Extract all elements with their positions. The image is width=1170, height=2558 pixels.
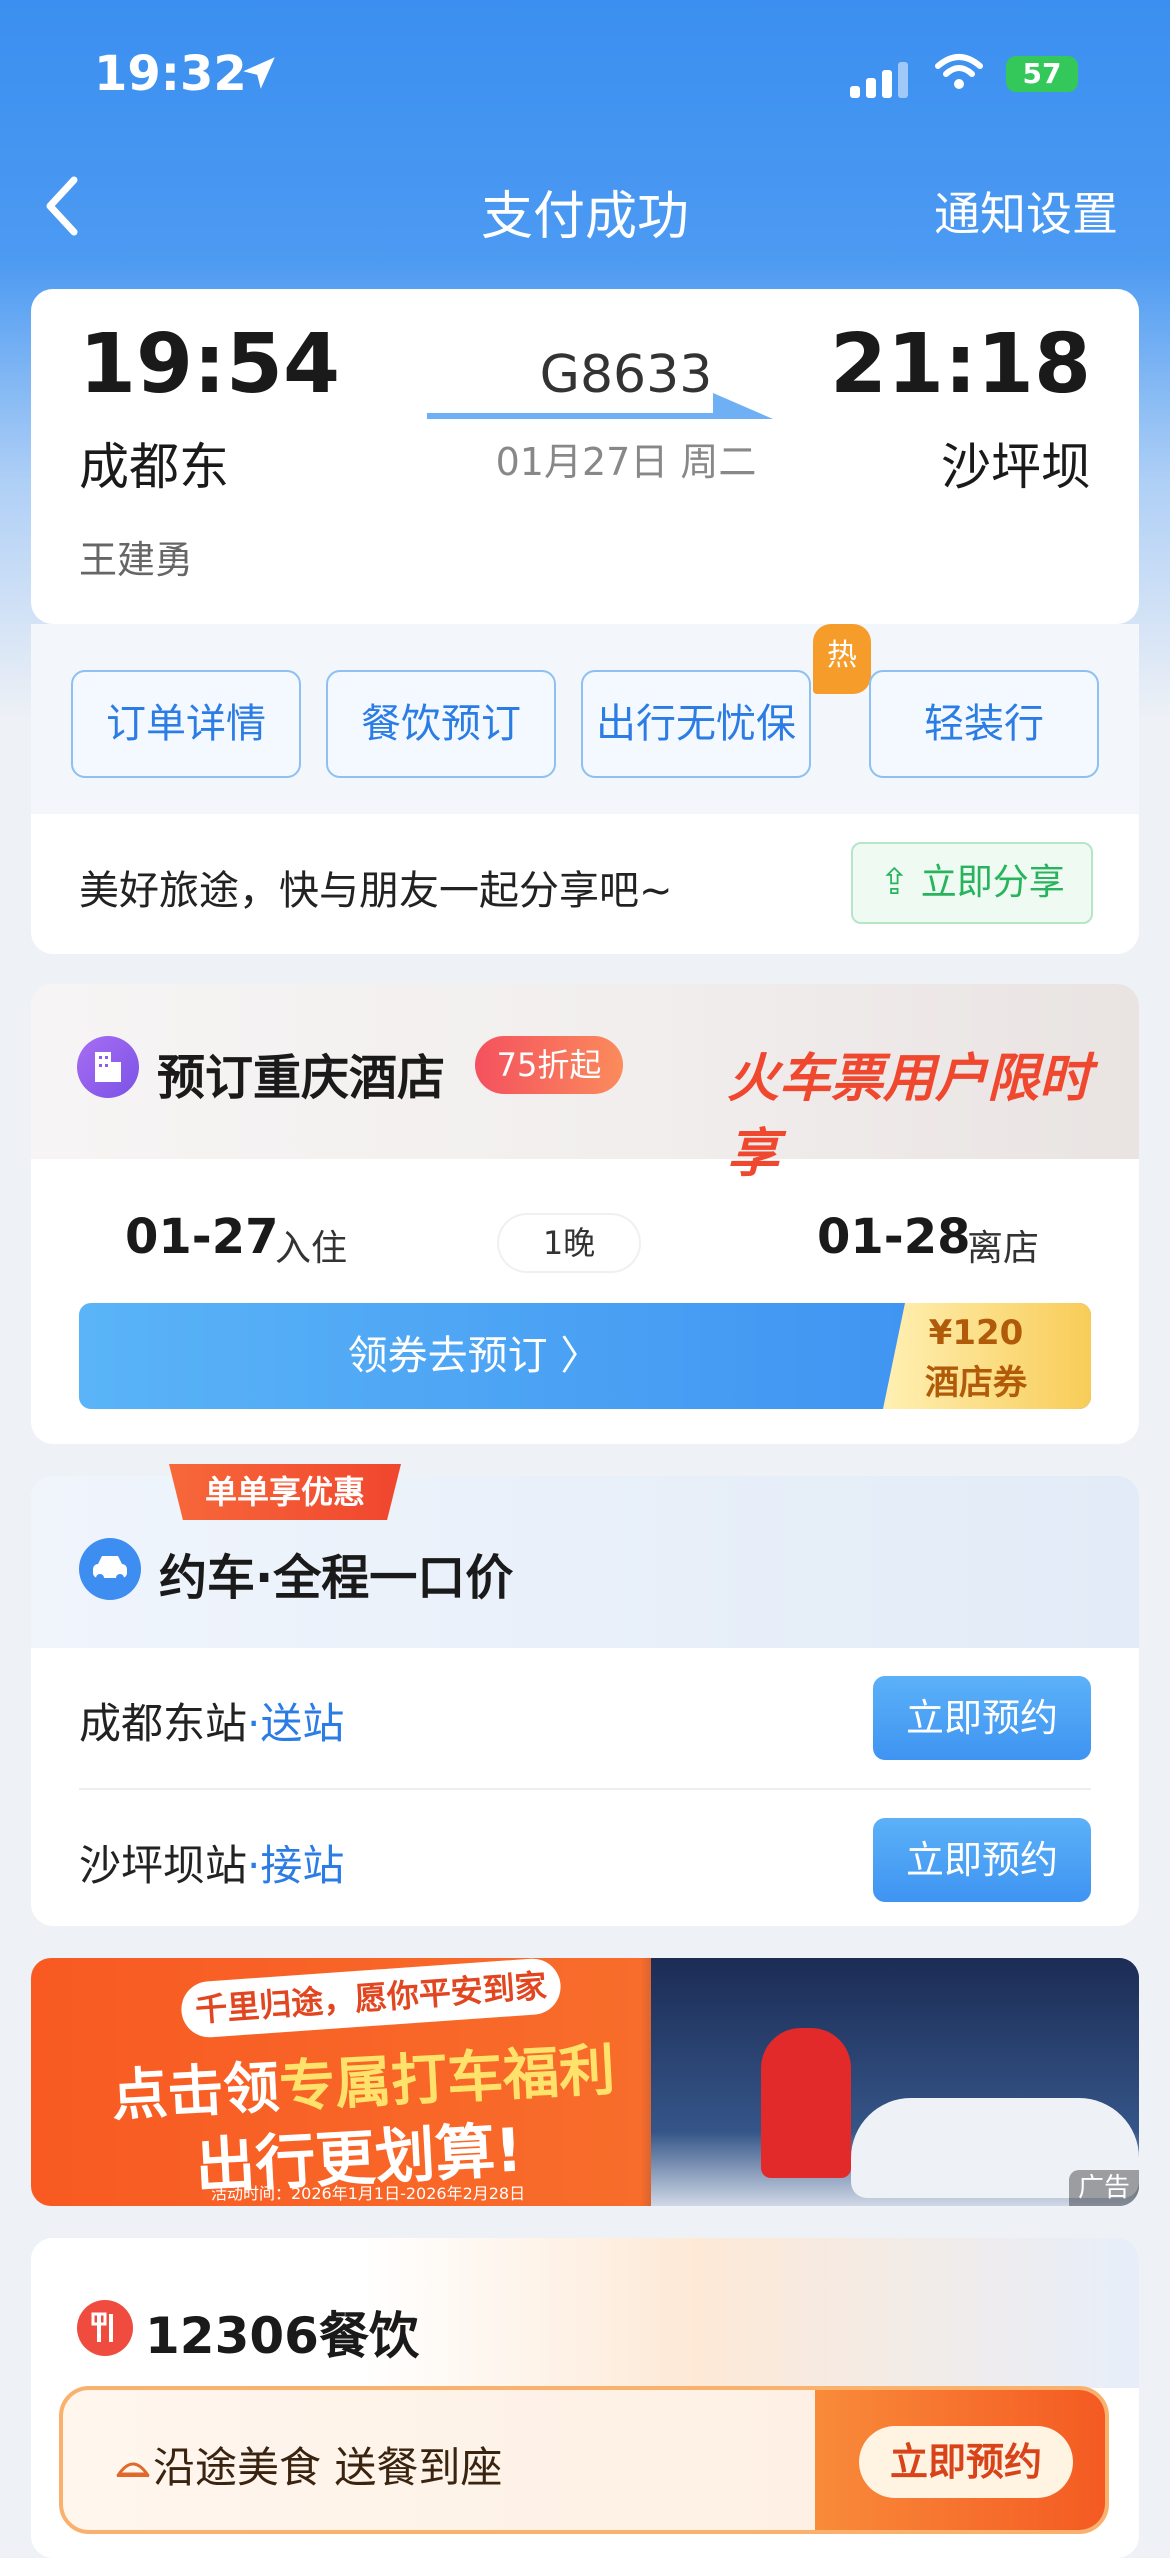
share-text: 美好旅途，快与朋友一起分享吧~ <box>79 868 673 914</box>
depart-time: 19:54 <box>79 317 341 412</box>
book-dropoff-button[interactable]: 立即预约 <box>873 1676 1091 1760</box>
discount-badge: 75折起 <box>475 1036 623 1094</box>
share-button[interactable]: ⇪ 立即分享 <box>851 842 1093 924</box>
route-arrow <box>427 413 757 419</box>
food-promo-bar[interactable]: 沿途美食 送餐到座 立即预约 <box>59 2386 1109 2534</box>
ad-banner[interactable]: 千里归途，愿你平安到家 点击领专属打车福利 出行更划算! 活动时间：2026年1… <box>31 1958 1139 2206</box>
person-illustration <box>761 2028 851 2178</box>
service-type: ·接站 <box>247 1841 345 1890</box>
coupon-amount: ¥120 <box>928 1313 1024 1353</box>
food-title: 12306餐饮 <box>145 2307 419 2365</box>
food-card: 12306餐饮 沿途美食 送餐到座 立即预约 <box>31 2238 1139 2558</box>
checkout-label: 离店 <box>967 1228 1040 1269</box>
travel-date: 01月27日 周二 <box>495 440 757 484</box>
hotel-dates: 01-27 入住 1晚 01-28 离店 领券去预订 〉 ¥120 酒店券 <box>31 1159 1139 1444</box>
fork-knife-icon <box>77 2300 133 2356</box>
book-pickup-button[interactable]: 立即预约 <box>873 1818 1091 1902</box>
car-row-pickup: 沙坪坝站·接站 立即预约 <box>31 1790 1139 1930</box>
ad-illustration <box>651 1958 1139 2206</box>
share-icon: ⇪ <box>879 862 921 903</box>
notification-settings-button[interactable]: 通知设置 <box>934 178 1118 244</box>
arrive-station: 沙坪坝 <box>941 438 1091 496</box>
wifi-icon <box>935 54 983 89</box>
cloche-icon <box>116 2462 150 2477</box>
hot-badge: 热 <box>813 624 871 694</box>
checkin-date: 01-27 <box>125 1209 279 1265</box>
share-button-label: 立即分享 <box>920 862 1065 903</box>
coupon-name: 酒店券 <box>925 1363 1027 1403</box>
checkin-label: 入住 <box>275 1228 348 1269</box>
hotel-title: 预订重庆酒店 <box>157 1050 446 1106</box>
car-row-dropoff: 成都东站·送站 立即预约 <box>31 1648 1139 1788</box>
trip-card[interactable]: 19:54 成都东 G8633 01月27日 周二 21:18 沙坪坝 王建勇 <box>31 289 1139 624</box>
food-tags: 沿途美食 送餐到座 <box>153 2443 503 2492</box>
coupon-cta: 领券去预订 〉 <box>347 1333 601 1379</box>
location-arrow-icon <box>243 57 275 89</box>
car-station-label: 成都东站·送站 <box>79 1690 344 1751</box>
coupon-book-button[interactable]: 领券去预订 〉 ¥120 酒店券 <box>79 1303 1091 1409</box>
car-station-label: 沙坪坝站·接站 <box>79 1832 344 1893</box>
checkout-date: 01-28 <box>817 1209 971 1265</box>
hotel-card[interactable]: 预订重庆酒店 75折起 火车票用户限时享 01-27 入住 1晚 01-28 离… <box>31 984 1139 1444</box>
order-details-button[interactable]: 订单详情 <box>71 670 301 778</box>
promo-ribbon: 单单享优惠 <box>169 1464 401 1520</box>
depart-station: 成都东 <box>79 438 229 496</box>
quick-actions: 订单详情 餐饮预订 出行无忧保 热 轻装行 <box>31 624 1139 814</box>
light-travel-button[interactable]: 轻装行 <box>869 670 1099 778</box>
travel-insurance-button[interactable]: 出行无忧保 <box>581 670 811 778</box>
station-name: 沙坪坝站 <box>79 1841 248 1890</box>
battery-indicator: 57 <box>1006 56 1078 92</box>
service-type: ·送站 <box>247 1699 345 1748</box>
food-cta-area: 立即预约 <box>815 2390 1105 2530</box>
ad-label: 广告 <box>1069 2170 1139 2206</box>
arrive-time: 21:18 <box>829 317 1091 412</box>
share-card: 美好旅途，快与朋友一起分享吧~ ⇪ 立即分享 <box>31 814 1139 954</box>
ad-dates: 活动时间：2026年1月1日-2026年2月28日 <box>211 2184 526 2203</box>
status-time: 19:32 <box>94 46 247 102</box>
car-booking-card: 单单享优惠 约车·全程一口价 成都东站·送站 立即预约 沙坪坝站·接站 立即预约 <box>31 1464 1139 1926</box>
signal-icon <box>850 58 910 98</box>
station-name: 成都东站 <box>79 1699 248 1748</box>
route-arrow-head <box>713 393 773 419</box>
nights-count: 1晚 <box>499 1215 639 1271</box>
car-icon <box>79 1538 141 1600</box>
car-title: 约车·全程一口价 <box>159 1550 514 1606</box>
passenger-name: 王建勇 <box>79 538 194 582</box>
meal-booking-button[interactable]: 餐饮预订 <box>326 670 556 778</box>
hotel-building-icon <box>77 1036 139 1098</box>
food-book-button[interactable]: 立即预约 <box>859 2426 1073 2498</box>
ad-tagline: 千里归途，愿你平安到家 <box>179 1958 563 2040</box>
